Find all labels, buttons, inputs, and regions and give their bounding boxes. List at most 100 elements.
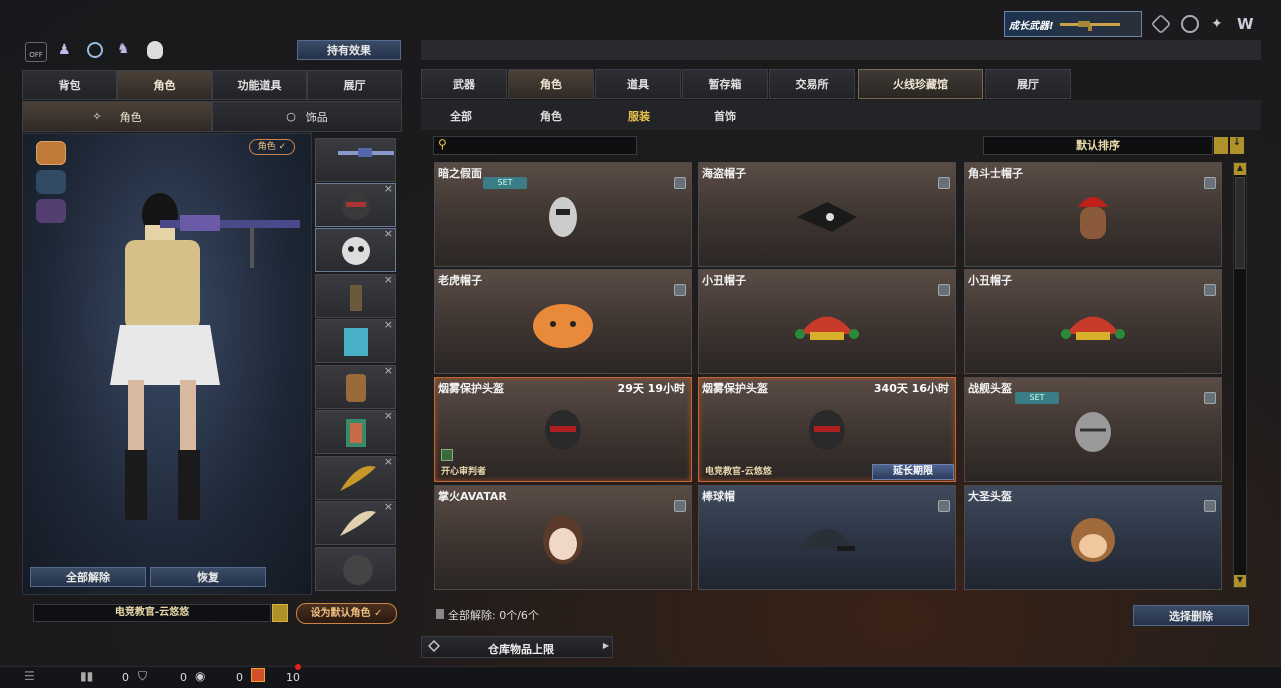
globe-icon[interactable] [1181, 15, 1199, 33]
tab-storage[interactable]: 暂存箱 [682, 69, 768, 99]
subtab-jewelry[interactable]: 首饰 [714, 108, 736, 124]
scroll-down-icon[interactable]: ▼ [1234, 575, 1246, 587]
lock-icon[interactable] [938, 284, 950, 296]
lock-icon[interactable] [938, 177, 950, 189]
slot-wing-left[interactable]: × [315, 455, 396, 500]
item-card[interactable]: 棒球帽 [698, 485, 956, 590]
bookmark-icon [436, 609, 444, 619]
tab-main-showroom[interactable]: 展厅 [985, 69, 1071, 99]
slot-face[interactable]: × [315, 227, 396, 272]
wrench-icon[interactable]: ✦ [1211, 16, 1227, 32]
notification-dot [295, 664, 301, 670]
sort-list-icon[interactable] [1214, 137, 1228, 154]
set-badge: SET [1015, 392, 1059, 404]
item-card[interactable]: 战舰头盔 SET [964, 377, 1222, 482]
sort-select[interactable]: 默认排序 [983, 136, 1213, 155]
lock-icon[interactable] [938, 500, 950, 512]
unequip-all-button[interactable]: 全部解除 [30, 567, 146, 587]
tab-function-items[interactable]: 功能道具 [212, 70, 307, 100]
class-icon-3[interactable] [36, 199, 66, 223]
lock-icon[interactable] [674, 284, 686, 296]
class-icon-2[interactable] [36, 170, 66, 194]
tab-items[interactable]: 道具 [595, 69, 681, 99]
role-name-field[interactable]: 电竞教官-云悠悠 [33, 604, 271, 622]
role-badge[interactable]: 角色 ✓ [249, 139, 295, 155]
chat-icon[interactable]: ◉ [195, 669, 205, 683]
item-card[interactable]: 大圣头盔 [964, 485, 1222, 590]
slot-backpack[interactable]: × [315, 364, 396, 409]
slot-card[interactable]: × [315, 409, 396, 454]
binoculars-icon[interactable]: ▮▮ [80, 669, 93, 683]
slot-empty[interactable] [315, 547, 396, 591]
item-card[interactable]: 角斗士帽子 [964, 162, 1222, 267]
lock-icon[interactable] [1204, 500, 1216, 512]
extend-duration-button[interactable]: 延长期限 [872, 464, 954, 480]
subtab-role[interactable]: ✧ 角色 [22, 101, 212, 132]
role-list-icon[interactable] [272, 604, 288, 622]
subtab-clothing[interactable]: 服装 [628, 108, 650, 124]
scrollbar[interactable]: ▲ ▼ [1233, 162, 1247, 588]
penguin-icon[interactable] [147, 41, 163, 59]
slot-vest[interactable]: × [315, 318, 396, 363]
lock-icon[interactable] [674, 177, 686, 189]
scroll-up-icon[interactable]: ▲ [1234, 163, 1246, 175]
lock-icon[interactable] [1204, 392, 1216, 404]
tab-exchange[interactable]: 交易所 [769, 69, 855, 99]
item-card[interactable]: 老虎帽子 [434, 269, 692, 374]
refresh-icon[interactable] [87, 42, 103, 58]
lock-icon[interactable] [674, 500, 686, 512]
tab-backpack[interactable]: 背包 [22, 70, 117, 100]
sort-direction-icon[interactable]: ↓ [1230, 137, 1244, 154]
item-card[interactable]: 掌火AVATAR [434, 485, 692, 590]
item-card[interactable]: 小丑帽子 [698, 269, 956, 374]
item-card[interactable]: 暗之假面 SET [434, 162, 692, 267]
warehouse-bar[interactable]: 仓库物品上限 ▶ [421, 636, 613, 658]
subtab-accessories[interactable]: ○ 饰品 [212, 101, 402, 132]
tab-collection-hall[interactable]: 火线珍藏馆 [858, 69, 983, 99]
empty-slot-icon [343, 555, 373, 585]
tab-role[interactable]: 角色 [117, 70, 212, 100]
subtab-roles[interactable]: 角色 [540, 108, 562, 124]
menu-icon[interactable]: ☰ [24, 669, 35, 683]
growth-weapon-banner[interactable]: 成长武器! [1004, 11, 1142, 37]
class-icon-active[interactable] [36, 141, 66, 165]
remove-icon[interactable]: × [384, 318, 393, 331]
search-input[interactable] [454, 138, 634, 153]
item-card[interactable]: 海盗帽子 [698, 162, 956, 267]
slot-head[interactable]: × [315, 182, 396, 227]
remove-icon[interactable]: × [384, 500, 393, 513]
set-default-role-button[interactable]: 设为默认角色 ✓ [296, 603, 397, 624]
item-card[interactable]: 烟雾保护头盔 29天 19小时 开心审判者 [434, 377, 692, 482]
slot-accessory[interactable]: × [315, 273, 396, 318]
expand-arrow-icon[interactable]: ▶ [603, 641, 609, 650]
tab-roles[interactable]: 角色 [508, 69, 594, 99]
count-2: 0 [180, 671, 187, 684]
character-icon[interactable]: ♞ [117, 41, 130, 57]
remove-icon[interactable]: × [384, 227, 393, 240]
subtab-all[interactable]: 全部 [450, 108, 472, 124]
remove-icon[interactable]: × [384, 409, 393, 422]
shield-icon[interactable]: ⛉ [138, 669, 147, 684]
select-delete-button[interactable]: 选择删除 [1133, 605, 1249, 626]
gift-icon[interactable] [251, 668, 265, 682]
toggle-icon[interactable]: OFF [25, 42, 47, 62]
tab-showroom[interactable]: 展厅 [307, 70, 402, 100]
search-box[interactable]: ⚲ [433, 136, 637, 155]
remove-icon[interactable]: × [384, 273, 393, 286]
tab-weapons[interactable]: 武器 [421, 69, 507, 99]
scroll-thumb[interactable] [1235, 177, 1245, 269]
effect-button[interactable]: 持有效果 [297, 40, 401, 60]
brand-logo-icon[interactable]: W [1237, 15, 1254, 33]
restore-button[interactable]: 恢复 [150, 567, 266, 587]
remove-icon[interactable]: × [384, 182, 393, 195]
team-icon[interactable]: ♟ [58, 42, 74, 58]
lock-icon[interactable] [1204, 284, 1216, 296]
item-card[interactable]: 小丑帽子 [964, 269, 1222, 374]
item-card[interactable]: 烟雾保护头盔 340天 16小时 电竞教官-云悠悠 延长期限 [698, 377, 956, 482]
remove-icon[interactable]: × [384, 364, 393, 377]
remove-icon[interactable]: × [384, 455, 393, 468]
warehouse-label: 仓库物品上限 [488, 643, 554, 656]
lock-icon[interactable] [1204, 177, 1216, 189]
slot-wing-right[interactable]: × [315, 500, 396, 545]
slot-weapon[interactable] [315, 138, 396, 182]
